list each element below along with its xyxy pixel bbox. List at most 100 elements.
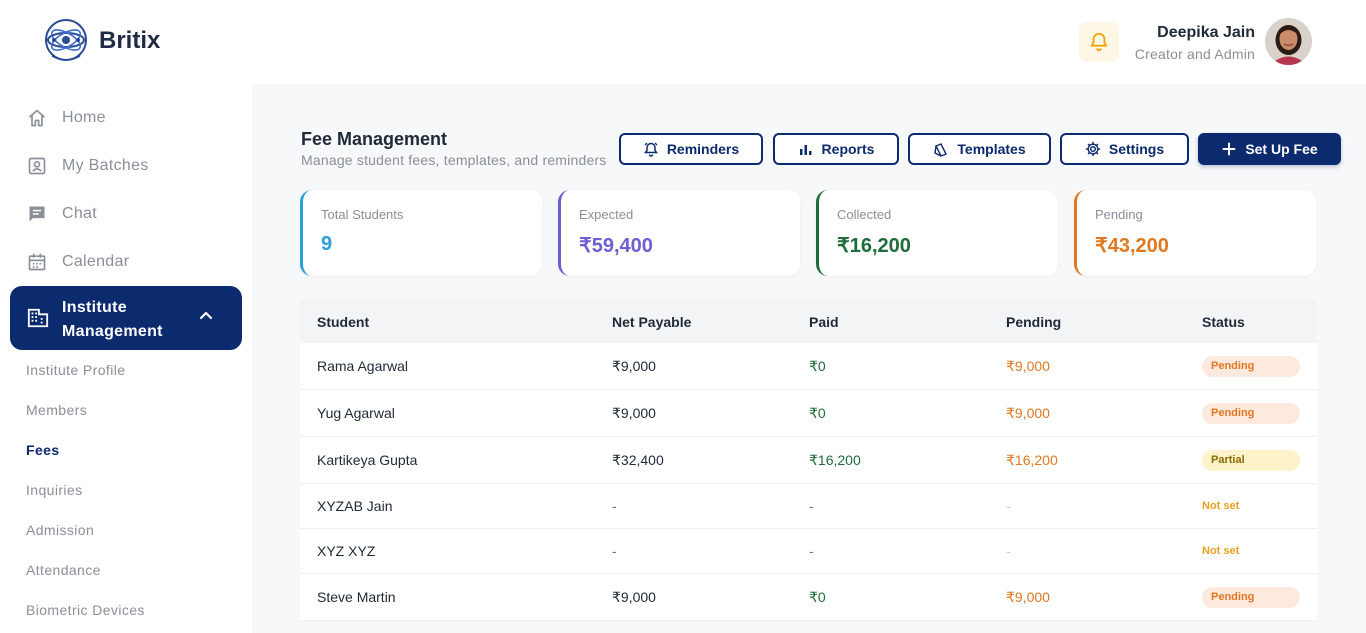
status-badge: Partial <box>1202 449 1300 471</box>
page-subtitle: Manage student fees, templates, and remi… <box>301 152 607 168</box>
brand-name[interactable]: Britix <box>99 27 160 55</box>
main-content: Fee Management Manage student fees, temp… <box>252 84 1366 633</box>
avatar[interactable] <box>1265 18 1312 65</box>
home-icon <box>26 107 48 129</box>
chat-icon <box>26 203 48 225</box>
status-badge: Pending <box>1202 586 1300 608</box>
sidebar-subitem-institute-profile[interactable]: Institute Profile <box>26 362 125 378</box>
sidebar-item-my-batches[interactable]: My Batches <box>26 154 149 178</box>
column-header-paid[interactable]: Paid <box>809 314 839 330</box>
net-payable: ₹9,000 <box>612 357 656 374</box>
table-header: Student Net Payable Paid Pending Status <box>300 300 1317 343</box>
chevron-up-icon[interactable] <box>198 308 214 324</box>
templates-icon <box>934 143 948 157</box>
table-row[interactable]: Yug Agarwal ₹9,000 ₹0 ₹9,000 Pending <box>300 390 1317 437</box>
stat-value: 9 <box>321 233 333 255</box>
pending-amount: ₹9,000 <box>1006 588 1050 605</box>
bar-chart-icon <box>799 145 812 155</box>
batches-icon <box>26 155 48 177</box>
templates-button[interactable]: Templates <box>908 133 1051 165</box>
paid-amount: - <box>809 498 814 514</box>
net-payable: - <box>612 543 617 559</box>
page-title: Fee Management <box>301 129 448 149</box>
sidebar-subitem-attendance[interactable]: Attendance <box>26 562 101 578</box>
top-header: Britix Deepika Jain Creator and Admin <box>0 0 1366 84</box>
column-header-net-payable[interactable]: Net Payable <box>612 314 691 330</box>
settings-label: Settings <box>1108 141 1165 157</box>
column-header-pending[interactable]: Pending <box>1006 314 1061 330</box>
stat-value: ₹16,200 <box>837 235 911 257</box>
reports-button[interactable]: Reports <box>773 133 899 165</box>
building-icon <box>27 307 49 329</box>
sidebar-subitem-fees[interactable]: Fees <box>26 442 60 458</box>
status-badge: Not set <box>1202 499 1240 512</box>
net-payable: ₹9,000 <box>612 588 656 605</box>
fees-table: Student Net Payable Paid Pending Status … <box>300 300 1317 621</box>
stat-card-pending: Pending ₹43,200 <box>1074 190 1316 276</box>
stat-value: ₹43,200 <box>1095 235 1169 257</box>
stat-label: Total Students <box>321 207 404 222</box>
pending-amount: - <box>1006 498 1011 514</box>
sidebar-item-label: Calendar <box>62 253 130 270</box>
table-row[interactable]: XYZAB Jain - - - Not set <box>300 484 1317 529</box>
stat-label: Pending <box>1095 207 1143 222</box>
paid-amount: ₹16,200 <box>809 451 861 468</box>
column-header-status[interactable]: Status <box>1202 314 1245 330</box>
paid-amount: ₹0 <box>809 357 826 374</box>
reminders-label: Reminders <box>666 141 740 157</box>
stat-card-expected: Expected ₹59,400 <box>558 190 800 276</box>
student-name: Rama Agarwal <box>317 358 409 374</box>
sidebar-item-label: My Batches <box>62 157 149 174</box>
reports-label: Reports <box>821 141 875 157</box>
student-name: Yug Agarwal <box>317 405 395 421</box>
sidebar-subitem-inquiries[interactable]: Inquiries <box>26 482 83 498</box>
status-badge: Not set <box>1202 544 1240 557</box>
sidebar-active-label: Institute Management <box>62 299 163 340</box>
paid-amount: ₹0 <box>809 588 826 605</box>
column-header-student[interactable]: Student <box>317 314 369 330</box>
sidebar-item-label: Home <box>62 109 106 126</box>
notifications-button[interactable] <box>1079 22 1119 62</box>
user-name[interactable]: Deepika Jain <box>1157 24 1255 42</box>
pending-amount: ₹9,000 <box>1006 357 1050 374</box>
settings-button[interactable]: Settings <box>1060 133 1189 165</box>
student-name: XYZAB Jain <box>317 498 393 514</box>
sidebar-item-chat[interactable]: Chat <box>26 202 97 226</box>
sidebar-item-label: Chat <box>62 205 97 222</box>
stat-label: Expected <box>579 207 634 222</box>
net-payable: - <box>612 498 617 514</box>
table-row[interactable]: XYZ XYZ - - - Not set <box>300 529 1317 574</box>
sidebar-item-calendar[interactable]: Calendar <box>26 250 129 274</box>
student-name: Steve Martin <box>317 589 396 605</box>
paid-amount: - <box>809 543 814 559</box>
status-badge: Pending <box>1202 355 1300 377</box>
templates-label: Templates <box>957 141 1026 157</box>
user-role: Creator and Admin <box>1134 46 1255 62</box>
table-row[interactable]: Kartikeya Gupta ₹32,400 ₹16,200 ₹16,200 … <box>300 437 1317 484</box>
set-up-fee-button[interactable]: Set Up Fee <box>1198 133 1341 165</box>
paid-amount: ₹0 <box>809 404 826 421</box>
reminders-button[interactable]: Reminders <box>619 133 763 165</box>
stat-card-collected: Collected ₹16,200 <box>816 190 1058 276</box>
pending-amount: ₹9,000 <box>1006 404 1050 421</box>
gear-icon <box>1085 141 1101 157</box>
sidebar-item-institute-management[interactable]: Institute Management <box>10 286 242 350</box>
net-payable: ₹9,000 <box>612 404 656 421</box>
sidebar-item-home[interactable]: Home <box>26 106 106 130</box>
stat-label: Collected <box>837 207 892 222</box>
bell-icon <box>1090 32 1108 52</box>
stat-value: ₹59,400 <box>579 235 653 257</box>
pending-amount: ₹16,200 <box>1006 451 1058 468</box>
table-row[interactable]: Rama Agarwal ₹9,000 ₹0 ₹9,000 Pending <box>300 343 1317 390</box>
alarm-icon <box>643 142 658 157</box>
sidebar-subitem-admission[interactable]: Admission <box>26 522 94 538</box>
status-badge: Pending <box>1202 402 1300 424</box>
calendar-icon <box>26 251 48 273</box>
table-row[interactable]: Steve Martin ₹9,000 ₹0 ₹9,000 Pending <box>300 574 1317 621</box>
stat-card-total-students: Total Students 9 <box>300 190 542 276</box>
net-payable: ₹32,400 <box>612 451 664 468</box>
plus-icon <box>1222 142 1236 156</box>
sidebar-subitem-biometric-devices[interactable]: Biometric Devices <box>26 602 145 618</box>
britix-logo-icon[interactable] <box>42 18 90 66</box>
sidebar-subitem-members[interactable]: Members <box>26 402 87 418</box>
